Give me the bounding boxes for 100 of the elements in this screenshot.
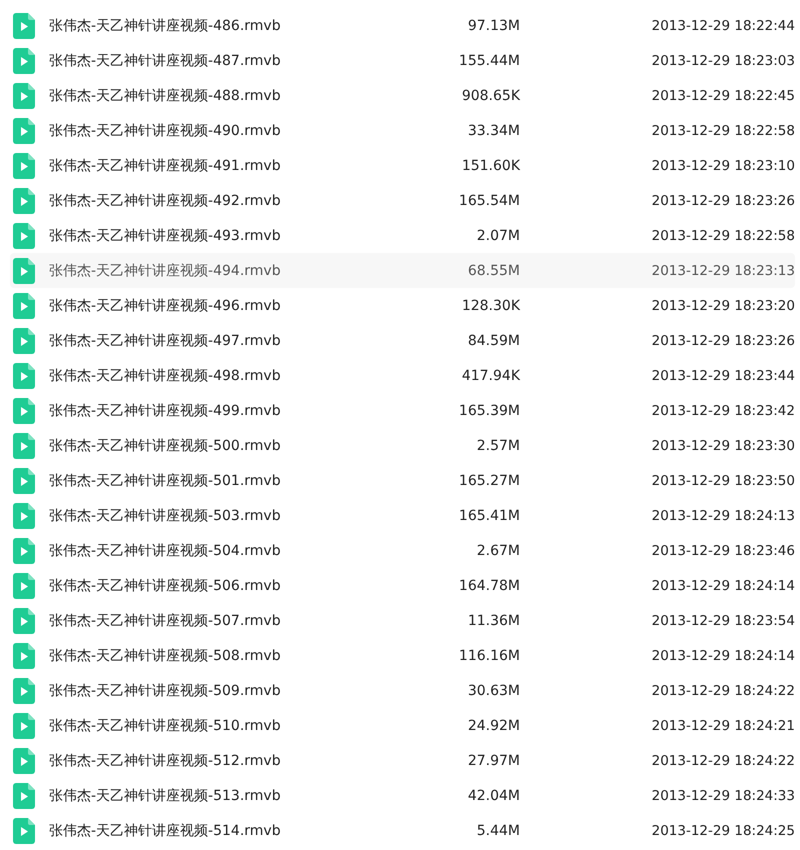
file-row[interactable]: 张伟杰-天乙神针讲座视频-490.rmvb 33.34M 2013-12-29 18:22:58 (10, 113, 795, 148)
file-size: 2.07M (476, 228, 520, 244)
modified-date: 2013-12-29 18:23:26 (652, 192, 795, 208)
modified-date: 2013-12-29 18:24:25 (652, 822, 795, 838)
file-name: 张伟杰-天乙神针讲座视频-513.rmvb (49, 786, 282, 804)
modified-date: 2013-12-29 18:22:58 (652, 228, 795, 244)
video-file-icon (13, 678, 35, 704)
file-row[interactable]: 张伟杰-天乙神针讲座视频-498.rmvb 417.94K 2013-12-29 18:23:44 (10, 358, 795, 393)
file-name: 张伟杰-天乙神针讲座视频-506.rmvb (49, 576, 282, 594)
modified-date: 2013-12-29 18:23:44 (652, 368, 795, 384)
file-row[interactable]: 张伟杰-天乙神针讲座视频-507.rmvb 11.36M 2013-12-29 18:23:54 (10, 603, 795, 638)
video-file-icon (13, 502, 35, 528)
modified-date: 2013-12-29 18:23:10 (652, 158, 795, 174)
file-row[interactable]: 张伟杰-天乙神针讲座视频-500.rmvb 2.57M 2013-12-29 18:23:30 (10, 428, 795, 463)
file-row[interactable]: 张伟杰-天乙神针讲座视频-491.rmvb 151.60K 2013-12-29 18:23:10 (10, 148, 795, 183)
video-file-icon (13, 118, 35, 144)
modified-date: 2013-12-29 18:22:58 (652, 122, 795, 138)
file-row[interactable]: 张伟杰-天乙神针讲座视频-486.rmvb 97.13M 2013-12-29 18:22:44 (10, 8, 795, 43)
video-file-icon (13, 258, 35, 284)
file-size: 33.34M (466, 122, 520, 138)
file-row[interactable]: 张伟杰-天乙神针讲座视频-499.rmvb 165.39M 2013-12-29 18:23:42 (10, 393, 795, 428)
file-row[interactable]: 张伟杰-天乙神针讲座视频-497.rmvb 84.59M 2013-12-29 18:23:26 (10, 323, 795, 358)
file-name: 张伟杰-天乙神针讲座视频-491.rmvb (49, 156, 282, 174)
file-size: 908.65K (460, 88, 520, 104)
video-file-icon (13, 468, 35, 494)
file-name: 张伟杰-天乙神针讲座视频-503.rmvb (49, 506, 282, 524)
modified-date: 2013-12-29 18:23:50 (652, 472, 795, 488)
file-size: 11.36M (466, 612, 520, 628)
file-size: 165.41M (458, 508, 520, 524)
modified-date: 2013-12-29 18:23:42 (652, 402, 795, 418)
video-file-icon (13, 608, 35, 634)
video-file-icon (13, 432, 35, 458)
file-name: 张伟杰-天乙神针讲座视频-510.rmvb (49, 716, 282, 734)
modified-date: 2013-12-29 18:24:22 (652, 682, 795, 698)
file-row[interactable]: 张伟杰-天乙神针讲座视频-493.rmvb 2.07M 2013-12-29 18:22:58 (10, 218, 795, 253)
file-name: 张伟杰-天乙神针讲座视频-509.rmvb (49, 682, 282, 700)
video-file-icon (13, 572, 35, 598)
file-row[interactable]: 张伟杰-天乙神针讲座视频-504.rmvb 2.67M 2013-12-29 18:23:46 (10, 533, 795, 568)
modified-date: 2013-12-29 18:24:21 (652, 718, 795, 734)
video-file-icon (13, 712, 35, 738)
file-name: 张伟杰-天乙神针讲座视频-507.rmvb (49, 612, 282, 630)
file-name: 张伟杰-天乙神针讲座视频-490.rmvb (49, 122, 282, 140)
file-size: 30.63M (466, 682, 520, 698)
modified-date: 2013-12-29 18:22:44 (652, 18, 795, 34)
file-size: 84.59M (466, 332, 520, 348)
file-size: 165.39M (458, 402, 520, 418)
file-size: 151.60K (460, 158, 520, 174)
file-name: 张伟杰-天乙神针讲座视频-498.rmvb (49, 366, 282, 384)
file-size: 164.78M (458, 578, 520, 594)
modified-date: 2013-12-29 18:24:33 (652, 788, 795, 804)
file-name: 张伟杰-天乙神针讲座视频-501.rmvb (49, 472, 282, 490)
file-name: 张伟杰-天乙神针讲座视频-486.rmvb (49, 16, 282, 34)
file-name: 张伟杰-天乙神针讲座视频-508.rmvb (49, 646, 282, 664)
file-row[interactable]: 张伟杰-天乙神针讲座视频-512.rmvb 27.97M 2013-12-29 18:24:22 (10, 743, 795, 778)
file-row[interactable]: 张伟杰-天乙神针讲座视频-487.rmvb 155.44M 2013-12-29 18:23:03 (10, 43, 795, 78)
file-name: 张伟杰-天乙神针讲座视频-514.rmvb (49, 822, 282, 840)
file-name: 张伟杰-天乙神针讲座视频-488.rmvb (49, 86, 282, 104)
file-row[interactable]: 张伟杰-天乙神针讲座视频-506.rmvb 164.78M 2013-12-29 18:24:14 (10, 568, 795, 603)
modified-date: 2013-12-29 18:23:13 (652, 262, 795, 278)
file-row[interactable]: 张伟杰-天乙神针讲座视频-488.rmvb 908.65K 2013-12-29 18:22:45 (10, 78, 795, 113)
file-size: 2.67M (476, 542, 520, 558)
file-row[interactable]: 张伟杰-天乙神针讲座视频-503.rmvb 165.41M 2013-12-29 18:24:13 (10, 498, 795, 533)
file-row[interactable]: 张伟杰-天乙神针讲座视频-510.rmvb 24.92M 2013-12-29 18:24:21 (10, 708, 795, 743)
modified-date: 2013-12-29 18:23:30 (652, 438, 795, 454)
file-name: 张伟杰-天乙神针讲座视频-504.rmvb (49, 542, 282, 560)
modified-date: 2013-12-29 18:24:14 (652, 578, 795, 594)
video-file-icon (13, 642, 35, 668)
file-row[interactable]: 张伟杰-天乙神针讲座视频-494.rmvb 68.55M 2013-12-29 18:23:13 (10, 253, 795, 288)
file-name: 张伟杰-天乙神针讲座视频-496.rmvb (49, 296, 282, 314)
modified-date: 2013-12-29 18:23:46 (652, 542, 795, 558)
file-name: 张伟杰-天乙神针讲座视频-497.rmvb (49, 332, 282, 350)
video-file-icon (13, 152, 35, 178)
file-name: 张伟杰-天乙神针讲座视频-500.rmvb (49, 436, 282, 454)
video-file-icon (13, 188, 35, 214)
video-file-icon (13, 782, 35, 808)
file-row[interactable]: 张伟杰-天乙神针讲座视频-514.rmvb 5.44M 2013-12-29 18:24:25 (10, 813, 795, 848)
file-row[interactable]: 张伟杰-天乙神针讲座视频-513.rmvb 42.04M 2013-12-29 18:24:33 (10, 778, 795, 813)
video-file-icon (13, 748, 35, 774)
video-file-icon (13, 292, 35, 318)
file-size: 155.44M (458, 52, 520, 68)
file-row[interactable]: 张伟杰-天乙神针讲座视频-509.rmvb 30.63M 2013-12-29 18:24:22 (10, 673, 795, 708)
file-size: 165.27M (458, 472, 520, 488)
file-row[interactable]: 张伟杰-天乙神针讲座视频-492.rmvb 165.54M 2013-12-29 18:23:26 (10, 183, 795, 218)
file-row[interactable]: 张伟杰-天乙神针讲座视频-501.rmvb 165.27M 2013-12-29 18:23:50 (10, 463, 795, 498)
file-row[interactable]: 张伟杰-天乙神针讲座视频-508.rmvb 116.16M 2013-12-29 18:24:14 (10, 638, 795, 673)
file-name: 张伟杰-天乙神针讲座视频-512.rmvb (49, 752, 282, 770)
file-size: 42.04M (466, 788, 520, 804)
file-size: 417.94K (460, 368, 520, 384)
file-row[interactable]: 张伟杰-天乙神针讲座视频-496.rmvb 128.30K 2013-12-29 18:23:20 (10, 288, 795, 323)
video-file-icon (13, 538, 35, 564)
video-file-icon (13, 398, 35, 424)
video-file-icon (13, 362, 35, 388)
video-file-icon (13, 818, 35, 844)
video-file-icon (13, 328, 35, 354)
modified-date: 2013-12-29 18:23:26 (652, 332, 795, 348)
modified-date: 2013-12-29 18:24:22 (652, 752, 795, 768)
file-size: 165.54M (458, 192, 520, 208)
file-size: 5.44M (476, 822, 520, 838)
video-file-icon (13, 12, 35, 38)
modified-date: 2013-12-29 18:22:45 (652, 88, 795, 104)
